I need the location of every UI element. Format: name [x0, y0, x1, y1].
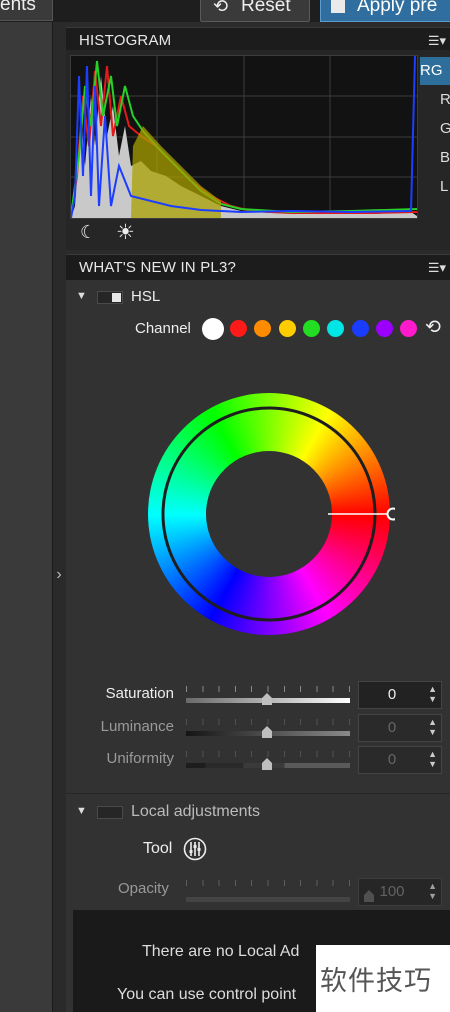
- opacity-input[interactable]: 100 ▲ ▼: [358, 878, 442, 906]
- tool-label: Tool: [143, 840, 173, 857]
- opacity-value: 100: [379, 883, 405, 900]
- channel-dot-magenta[interactable]: [400, 320, 417, 337]
- watermark: 软件技巧: [316, 945, 450, 1012]
- channel-dot-green[interactable]: [303, 320, 320, 337]
- left-pane: [0, 22, 52, 1012]
- saturation-input[interactable]: 0 ▲ ▼: [358, 681, 442, 709]
- histogram-channel-l[interactable]: L: [420, 173, 450, 201]
- empty-message-line2: You can use control point: [117, 986, 297, 1003]
- channel-label: Channel: [135, 320, 191, 337]
- saturation-thumb[interactable]: [261, 693, 273, 705]
- hsl-color-wheel[interactable]: [145, 390, 400, 640]
- histogram-channel-g[interactable]: G: [420, 115, 450, 143]
- histogram-channel-rgb[interactable]: RG: [420, 57, 450, 85]
- histogram-graph: [70, 55, 418, 219]
- whats-new-title: WHAT'S NEW IN PL3?: [79, 259, 237, 276]
- spinner-arrows-icon[interactable]: ▲ ▼: [428, 717, 437, 737]
- opacity-slider[interactable]: [186, 897, 350, 902]
- histogram-channel-list: RG R G B L: [420, 55, 450, 217]
- histogram-channel-r[interactable]: R: [420, 86, 450, 114]
- channel-dot-cyan[interactable]: [327, 320, 344, 337]
- reset-button-label: Reset: [241, 0, 291, 16]
- luminance-thumb[interactable]: [261, 726, 273, 738]
- histogram-channel-b[interactable]: B: [420, 144, 450, 172]
- left-tab-label: ents: [0, 0, 36, 15]
- reset-arrow-icon: ⟲: [213, 0, 229, 16]
- uniformity-thumb[interactable]: [261, 758, 273, 770]
- watermark-text: 软件技巧: [320, 966, 432, 996]
- local-adjustments-header[interactable]: ▼ Local adjustments: [66, 801, 450, 823]
- sun-icon[interactable]: ☀: [116, 220, 135, 245]
- channel-dot-red[interactable]: [230, 320, 247, 337]
- apply-preset-label: Apply pre: [357, 0, 438, 16]
- luminance-input[interactable]: 0 ▲ ▼: [358, 714, 442, 742]
- uniformity-value: 0: [387, 751, 397, 768]
- control-point-icon[interactable]: [183, 837, 207, 861]
- saturation-ticks: [186, 686, 350, 692]
- uniformity-ticks: [186, 751, 350, 757]
- collapse-triangle-icon[interactable]: ▼: [76, 805, 87, 817]
- luminance-label: Luminance: [100, 718, 174, 735]
- empty-message-line1: There are no Local Ad: [142, 943, 300, 960]
- section-divider: [66, 793, 450, 794]
- hsl-label: HSL: [131, 288, 161, 305]
- spinner-arrows-icon[interactable]: ▲ ▼: [428, 684, 437, 704]
- local-adjustments-toggle[interactable]: [97, 806, 123, 819]
- panel-menu-icon[interactable]: ☰▾: [428, 255, 446, 281]
- channel-dot-blue[interactable]: [352, 320, 369, 337]
- local-adjustments-label: Local adjustments: [131, 803, 260, 820]
- uniformity-input[interactable]: 0 ▲ ▼: [358, 746, 442, 774]
- moon-icon[interactable]: ☾: [80, 222, 96, 243]
- luminance-ticks: [186, 719, 350, 725]
- spinner-arrows-icon[interactable]: ▲ ▼: [428, 881, 437, 901]
- hue-handle: [386, 507, 400, 521]
- saturation-value: 0: [387, 686, 397, 703]
- chevron-right-icon[interactable]: ›: [52, 560, 66, 590]
- histogram-plot: [70, 55, 418, 219]
- channel-dot-purple[interactable]: [376, 320, 393, 337]
- saturation-label: Saturation: [105, 685, 174, 702]
- opacity-label: Opacity: [118, 880, 169, 897]
- channel-dot-all[interactable]: [202, 318, 224, 340]
- undo-icon[interactable]: ⟲: [425, 316, 441, 339]
- reset-button[interactable]: ⟲ Reset: [200, 0, 310, 22]
- color-wheel-graphic: [145, 390, 400, 640]
- hsl-enable-toggle[interactable]: [97, 291, 123, 304]
- histogram-yellow-fill: [131, 126, 221, 218]
- uniformity-label: Uniformity: [106, 750, 174, 767]
- whats-new-header[interactable]: WHAT'S NEW IN PL3? ☰▾: [66, 254, 450, 281]
- hsl-section-header[interactable]: ▼ HSL: [66, 286, 450, 308]
- opacity-ticks: [186, 880, 350, 886]
- channel-dot-orange[interactable]: [254, 320, 271, 337]
- luminance-value: 0: [387, 719, 397, 736]
- collapse-triangle-icon[interactable]: ▼: [76, 290, 87, 302]
- document-icon: [331, 0, 345, 13]
- pane-splitter[interactable]: [52, 22, 67, 1012]
- apply-preset-button[interactable]: Apply pre: [320, 0, 450, 22]
- left-tab[interactable]: ents: [0, 0, 53, 21]
- spinner-arrows-icon[interactable]: ▲ ▼: [428, 749, 437, 769]
- channel-dot-yellow[interactable]: [279, 320, 296, 337]
